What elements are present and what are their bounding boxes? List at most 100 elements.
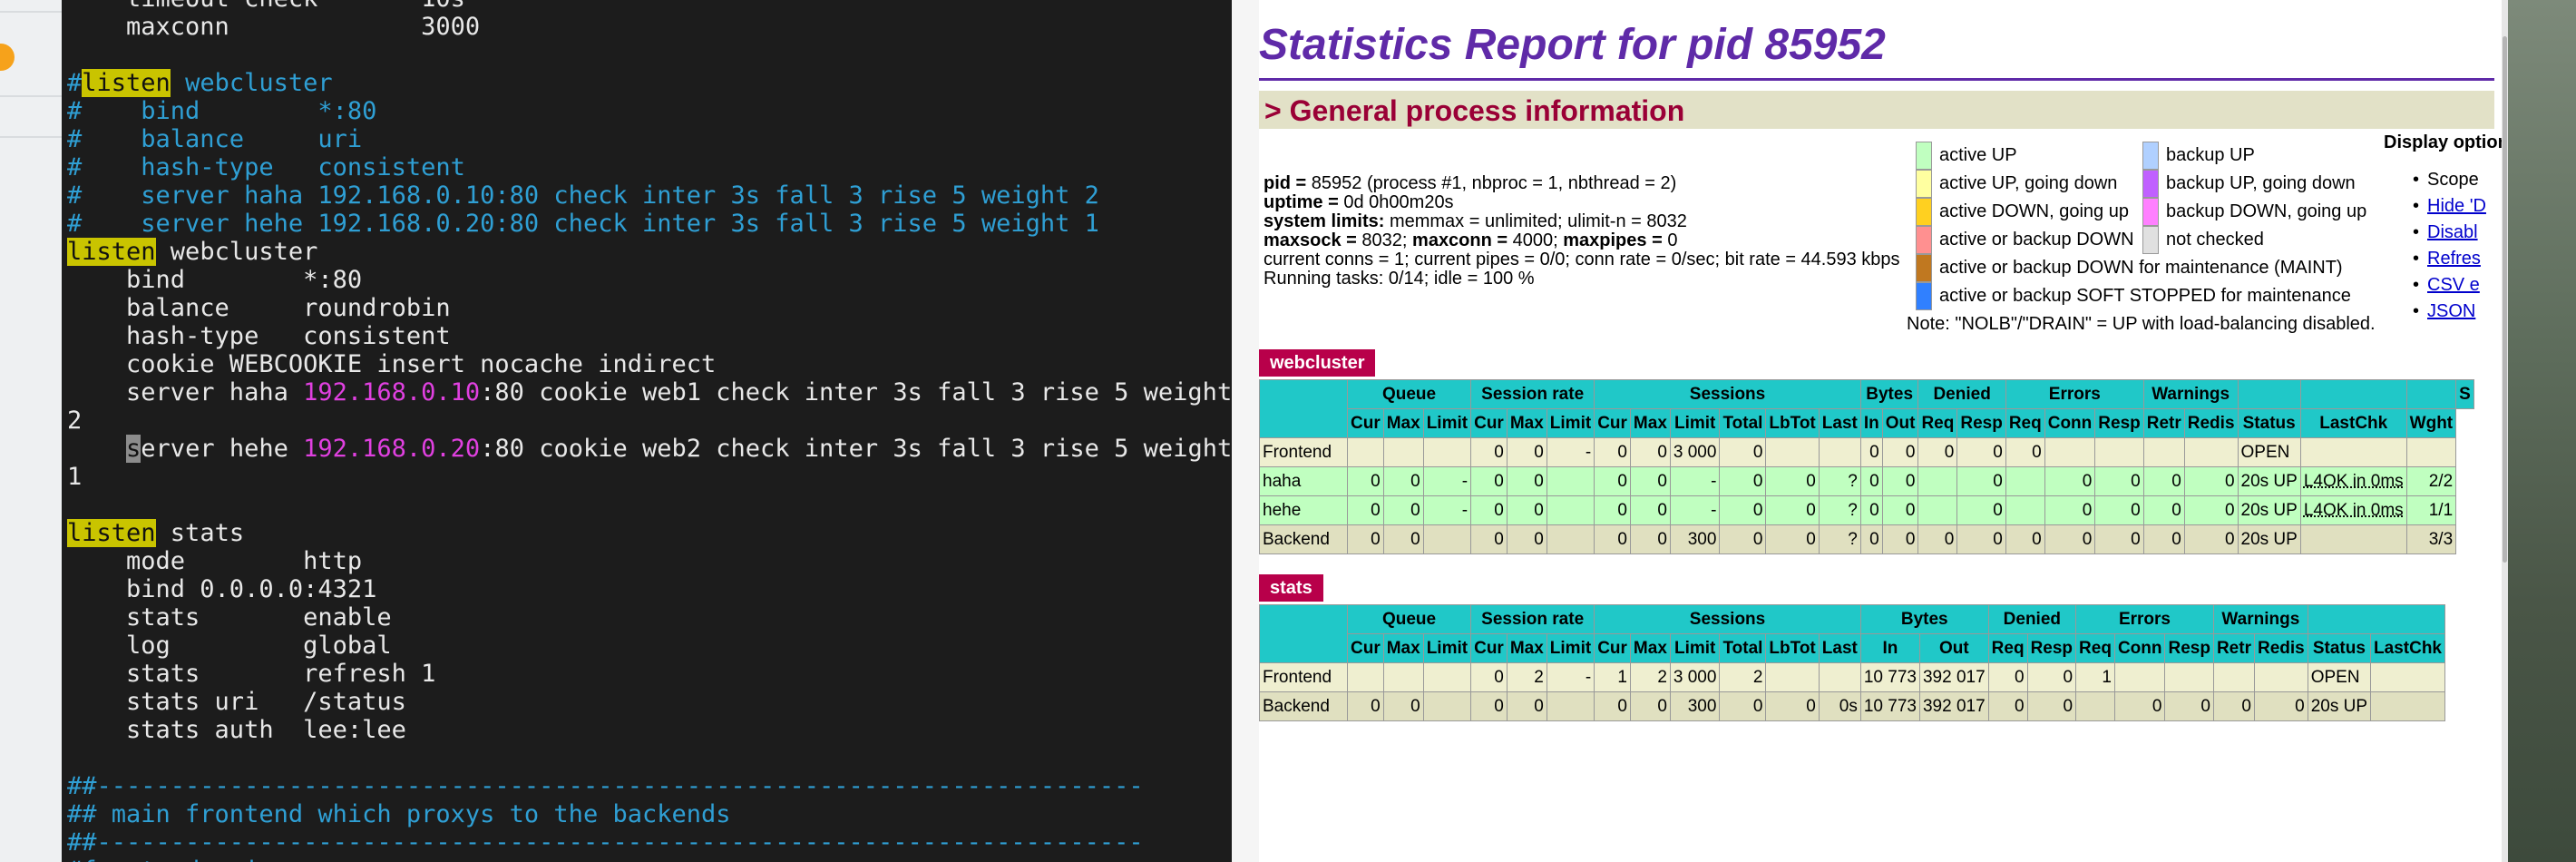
table-cell bbox=[1422, 662, 1472, 692]
cell-value: 2 bbox=[1657, 667, 1667, 687]
header-group: Session rate bbox=[1470, 604, 1595, 634]
terminal-line: # server hehe 192.168.0.20:80 check inte… bbox=[67, 210, 1232, 238]
cell-value: 0 bbox=[2032, 529, 2042, 549]
table-row: Frontend 0 0 - 0 0 3 000 0 0 0 0 0 0 OPEN bbox=[1259, 437, 2474, 467]
process-info: pid = 85952 (process #1, nbproc = 1, nbt… bbox=[1264, 174, 1900, 289]
display-option-link[interactable]: Hide 'D bbox=[2427, 196, 2486, 216]
table-cell: - bbox=[1669, 495, 1721, 525]
bullet-icon: • bbox=[2413, 196, 2420, 216]
cell-value: 0 bbox=[1905, 529, 1916, 549]
table-cell bbox=[1422, 437, 1472, 467]
cell-value: 0 bbox=[1905, 442, 1916, 462]
cell-value: - bbox=[1461, 471, 1469, 491]
header-group-row: Queue Session rate Sessions Bytes Denied Erro… bbox=[1259, 604, 2446, 663]
display-option-item[interactable]: • CSV e bbox=[2413, 272, 2486, 299]
cell-value: Backend bbox=[1263, 529, 1330, 549]
table-cell bbox=[1546, 466, 1595, 496]
table-cell: 1 bbox=[2075, 662, 2115, 692]
table-cell: 0 bbox=[1987, 691, 2028, 721]
cell-value: 0 bbox=[1371, 696, 1381, 716]
cell-value: 0 bbox=[2224, 529, 2235, 549]
table-cell bbox=[2113, 662, 2166, 692]
legend-swatch bbox=[1916, 142, 1932, 170]
terminal-window[interactable]: timeout check 10s maxconn 3000#listen we… bbox=[62, 0, 1232, 862]
display-option-item[interactable]: • JSON bbox=[2413, 299, 2486, 325]
info-value: 0 bbox=[1667, 230, 1678, 250]
cell-value: ? bbox=[1848, 529, 1858, 549]
cell-value: 20s UP bbox=[2240, 529, 2298, 549]
table-cell: 300 bbox=[1669, 691, 1721, 721]
legend-note: Note: "NOLB"/"DRAIN" = UP with load-bala… bbox=[1907, 314, 2376, 334]
display-option-link[interactable]: Disabl bbox=[2427, 222, 2478, 242]
table-cell: 20s UP bbox=[2237, 495, 2301, 525]
cell-value: 0 bbox=[2241, 696, 2251, 716]
display-option-item[interactable]: • Disabl bbox=[2413, 220, 2486, 246]
section-header: > General process information bbox=[1259, 91, 2494, 129]
code-text: ##--------------------------------------… bbox=[67, 772, 1144, 800]
display-option-item[interactable]: • Hide 'D bbox=[2413, 193, 2486, 220]
config-text[interactable]: timeout check 10s maxconn 3000#listen we… bbox=[67, 0, 1232, 862]
legend-label: backup UP bbox=[2166, 145, 2255, 165]
legend-item: active UP bbox=[1916, 142, 2017, 170]
table-cell: - bbox=[1546, 662, 1595, 692]
table-cell: 0 bbox=[1765, 691, 1820, 721]
header-group: Warnings bbox=[2212, 604, 2308, 634]
table-cell: 0 bbox=[2094, 524, 2144, 554]
cell-value[interactable]: L4OK in 0ms bbox=[2304, 472, 2404, 491]
cell-value: 0 bbox=[1494, 696, 1504, 716]
header-col: Req bbox=[1917, 408, 1958, 438]
cell-value: ? bbox=[1848, 500, 1858, 520]
table-cell: 2 bbox=[1629, 662, 1671, 692]
row-label: Backend bbox=[1259, 524, 1348, 554]
display-option-link[interactable]: CSV e bbox=[2427, 275, 2480, 295]
proxy-stats-table: Queue Session rate Sessions Bytes Denied Erro… bbox=[1259, 604, 2446, 721]
header-col: Conn bbox=[2044, 408, 2096, 438]
header-group: Queue bbox=[1346, 379, 1472, 409]
terminal-line: balance roundrobin bbox=[67, 294, 1232, 322]
table-cell: 0 bbox=[1506, 691, 1547, 721]
header-group bbox=[2299, 379, 2407, 409]
cell-value: 0 bbox=[2082, 471, 2093, 491]
legend-label: backup DOWN, going up bbox=[2166, 201, 2367, 221]
legend-swatch bbox=[1916, 170, 1932, 198]
table-cell: ? bbox=[1818, 495, 1861, 525]
header-group bbox=[2307, 604, 2446, 634]
code-text: server haha bbox=[67, 378, 304, 407]
cell-value: 1 bbox=[2102, 667, 2112, 687]
cell-value: Backend bbox=[1263, 696, 1330, 716]
legend-label: backup UP, going down bbox=[2166, 173, 2356, 193]
header-col: Out bbox=[1881, 408, 1919, 438]
code-text: timeout check 10s bbox=[67, 0, 465, 13]
scrollbar-thumb[interactable] bbox=[2503, 36, 2507, 563]
header-group: Session rate bbox=[1470, 379, 1595, 409]
header-col: Wght bbox=[2405, 408, 2457, 438]
cell-value[interactable]: L4OK in 0ms bbox=[2304, 501, 2404, 520]
display-options-title: Display option bbox=[2384, 132, 2508, 152]
legend-label: active DOWN, going up bbox=[1939, 201, 2129, 221]
display-option-item[interactable]: • Refres bbox=[2413, 246, 2486, 272]
cell-value: 0 bbox=[1993, 500, 2003, 520]
cell-value: 0 bbox=[1494, 442, 1504, 462]
table-cell: 3 000 bbox=[1669, 662, 1721, 692]
info-key: maxsock = bbox=[1264, 230, 1362, 250]
table-cell bbox=[2075, 691, 2115, 721]
header-group: Queue bbox=[1346, 604, 1472, 634]
table-cell: 0 bbox=[2183, 495, 2239, 525]
code-text: ##--------------------------------------… bbox=[67, 828, 1144, 857]
header-group: Denied bbox=[1917, 379, 2006, 409]
keyword-highlight: listen bbox=[82, 69, 171, 97]
terminal-line: hash-type consistent bbox=[67, 322, 1232, 350]
cell-value: 0 bbox=[1806, 529, 1816, 549]
cell-value: 0 bbox=[2224, 471, 2235, 491]
ip-address: 192.168.0.20 bbox=[303, 435, 481, 463]
info-value: 8032; bbox=[1361, 230, 1413, 250]
info-key: system limits: bbox=[1264, 211, 1390, 231]
table-cell: - bbox=[1669, 466, 1721, 496]
bullet-icon: • bbox=[2413, 170, 2420, 190]
cell-value: 2 bbox=[1534, 667, 1544, 687]
display-option-link[interactable]: JSON bbox=[2427, 301, 2475, 321]
table-cell bbox=[2094, 437, 2144, 467]
display-option-link[interactable]: Refres bbox=[2427, 249, 2481, 269]
cell-value: 3/3 bbox=[2428, 529, 2454, 549]
